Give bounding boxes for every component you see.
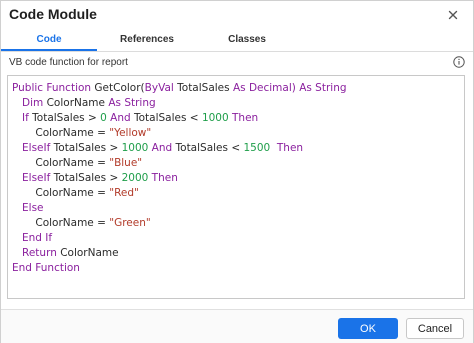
code-token: "Green": [109, 217, 151, 229]
close-icon: [448, 10, 458, 20]
code-line: Return ColorName: [12, 246, 460, 261]
code-editor[interactable]: Public Function GetColor(ByVal TotalSale…: [7, 75, 465, 299]
code-token: TotalSales >: [53, 172, 122, 184]
dialog-titlebar: Code Module: [1, 1, 473, 29]
code-token: End If: [12, 232, 53, 244]
tab-code[interactable]: Code: [1, 29, 97, 51]
close-button[interactable]: [443, 5, 463, 25]
code-token: ColorName: [60, 247, 119, 259]
code-token: "Red": [109, 187, 139, 199]
code-token: TotalSales >: [32, 112, 101, 124]
code-token: "Blue": [109, 157, 143, 169]
dialog-title: Code Module: [9, 6, 97, 22]
code-line: ElseIf TotalSales > 2000 Then: [12, 171, 460, 186]
code-token: TotalSales: [177, 82, 233, 94]
section-label: VB code function for report: [9, 57, 128, 68]
code-token: TotalSales <: [133, 112, 202, 124]
code-line: ColorName = "Blue": [12, 156, 460, 171]
code-token: As Decimal) As String: [232, 82, 347, 94]
code-token: GetColor(: [94, 82, 145, 94]
code-token: Then: [148, 172, 178, 184]
code-token: ElseIf: [12, 172, 54, 184]
code-token: ColorName =: [12, 187, 110, 199]
code-token: And: [148, 142, 176, 154]
info-icon[interactable]: [453, 56, 465, 68]
code-token: 1500: [243, 142, 271, 154]
tab-classes[interactable]: Classes: [197, 29, 297, 51]
code-token: 0: [100, 112, 107, 124]
code-line: Public Function GetColor(ByVal TotalSale…: [12, 81, 460, 96]
code-line: End Function: [12, 261, 460, 276]
code-token: And: [106, 112, 134, 124]
code-line: Dim ColorName As String: [12, 96, 460, 111]
code-line: Else: [12, 201, 460, 216]
code-token: 1000: [201, 112, 229, 124]
code-token: TotalSales <: [175, 142, 244, 154]
code-token: Else: [12, 202, 44, 214]
tab-bar: Code References Classes: [1, 29, 473, 52]
code-token: As String: [108, 97, 156, 109]
code-line: ColorName = "Green": [12, 216, 460, 231]
dialog-footer: OK Cancel: [1, 309, 473, 343]
code-token: ElseIf: [12, 142, 54, 154]
code-token: Return: [12, 247, 61, 259]
code-token: TotalSales >: [53, 142, 122, 154]
code-token: Then: [270, 142, 304, 154]
code-token: ColorName =: [12, 217, 110, 229]
code-token: ColorName: [46, 97, 109, 109]
code-token: 1000: [121, 142, 149, 154]
ok-button[interactable]: OK: [338, 318, 398, 339]
code-token: End Function: [12, 262, 80, 274]
code-token: Then: [228, 112, 259, 124]
code-line: ElseIf TotalSales > 1000 And TotalSales …: [12, 141, 460, 156]
code-token: ColorName =: [12, 127, 110, 139]
code-token: If: [12, 112, 33, 124]
code-token: ByVal: [144, 82, 178, 94]
code-line: If TotalSales > 0 And TotalSales < 1000 …: [12, 111, 460, 126]
code-line: ColorName = "Yellow": [12, 126, 460, 141]
tab-references[interactable]: References: [97, 29, 197, 51]
code-line: ColorName = "Red": [12, 186, 460, 201]
code-token: Dim: [12, 97, 47, 109]
cancel-button[interactable]: Cancel: [406, 318, 464, 339]
code-module-dialog: Code Module Code References Classes VB c…: [0, 0, 474, 343]
code-token: "Yellow": [109, 127, 152, 139]
code-token: 2000: [121, 172, 149, 184]
code-token: Public Function: [12, 82, 95, 94]
code-token: ColorName =: [12, 157, 110, 169]
code-line: End If: [12, 231, 460, 246]
